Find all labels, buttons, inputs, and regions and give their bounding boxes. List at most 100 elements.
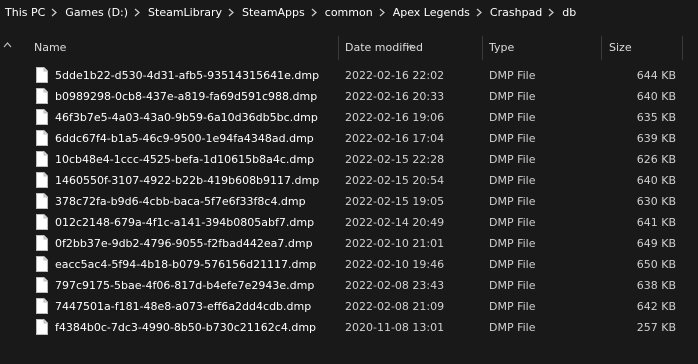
file-type: DMP File bbox=[489, 216, 536, 229]
column-header-name[interactable]: Name bbox=[34, 33, 334, 61]
file-date-modified: 2022-02-15 22:28 bbox=[345, 153, 445, 166]
file-type: DMP File bbox=[489, 321, 536, 334]
file-date-modified: 2022-02-16 19:06 bbox=[345, 111, 445, 124]
chevron-right-icon[interactable] bbox=[47, 8, 60, 17]
chevron-right-icon[interactable] bbox=[224, 8, 237, 17]
file-date-modified: 2022-02-08 21:09 bbox=[345, 300, 445, 313]
chevron-right-icon[interactable] bbox=[544, 8, 557, 17]
file-name: f4384b0c-7dc3-4990-8b50-b730c21162c4.dmp bbox=[55, 321, 317, 334]
file-name: eacc5ac4-5f94-4b18-b079-576156d21117.dmp bbox=[55, 258, 317, 271]
column-divider[interactable] bbox=[682, 36, 683, 60]
file-date-modified: 2022-02-15 20:54 bbox=[345, 174, 445, 187]
chevron-right-icon[interactable] bbox=[375, 8, 388, 17]
chevron-right-icon[interactable] bbox=[307, 8, 320, 17]
file-type: DMP File bbox=[489, 111, 536, 124]
column-header-date-modified[interactable]: Date modified bbox=[345, 33, 475, 61]
file-size: 650 KB bbox=[636, 258, 676, 271]
column-header-type-label: Type bbox=[489, 40, 515, 54]
file-size: 649 KB bbox=[636, 237, 676, 250]
file-row[interactable]: 6ddc67f4-b1a5-46c9-9500-1e94fa4348ad.dmp… bbox=[0, 128, 698, 149]
file-row[interactable]: eacc5ac4-5f94-4b18-b079-576156d21117.dmp… bbox=[0, 254, 698, 275]
file-row[interactable]: 1460550f-3107-4922-b22b-419b608b9117.dmp… bbox=[0, 170, 698, 191]
file-size: 257 KB bbox=[636, 321, 676, 334]
file-name: 5dde1b22-d530-4d31-afb5-93514315641e.dmp bbox=[55, 69, 320, 82]
file-row[interactable]: 0f2bb37e-9db2-4796-9055-f2fbad442ea7.dmp… bbox=[0, 233, 698, 254]
file-size: 626 KB bbox=[636, 153, 676, 166]
file-type: DMP File bbox=[489, 153, 536, 166]
breadcrumb-item-apex-legends[interactable]: Apex Legends bbox=[388, 6, 472, 19]
file-row[interactable]: 10cb48e4-1ccc-4525-befa-1d10615b8a4c.dmp… bbox=[0, 149, 698, 170]
file-type: DMP File bbox=[489, 132, 536, 145]
file-name: 10cb48e4-1ccc-4525-befa-1d10615b8a4c.dmp bbox=[55, 153, 315, 166]
file-icon bbox=[36, 130, 48, 146]
file-size: 638 KB bbox=[636, 279, 676, 292]
file-name: 797c9175-5bae-4f06-817d-b4efe7e2943e.dmp bbox=[55, 279, 315, 292]
file-icon bbox=[36, 151, 48, 167]
file-icon bbox=[36, 109, 48, 125]
file-type: DMP File bbox=[489, 237, 536, 250]
file-size: 641 KB bbox=[636, 216, 676, 229]
column-header-date-label: Date modified bbox=[345, 40, 423, 54]
breadcrumb-item-db[interactable]: db bbox=[557, 6, 578, 19]
breadcrumb-item-games-drive[interactable]: Games (D:) bbox=[60, 6, 130, 19]
file-explorer-window: This PC Games (D:) SteamLibrary SteamApp… bbox=[0, 0, 698, 364]
file-row[interactable]: 012c2148-679a-4f1c-a141-394b0805abf7.dmp… bbox=[0, 212, 698, 233]
file-name: 1460550f-3107-4922-b22b-419b608b9117.dmp bbox=[55, 174, 320, 187]
file-icon bbox=[36, 277, 48, 293]
file-icon bbox=[36, 67, 48, 83]
file-type: DMP File bbox=[489, 300, 536, 313]
file-icon bbox=[36, 319, 48, 335]
chevron-up-icon[interactable] bbox=[3, 38, 12, 51]
file-row[interactable]: 797c9175-5bae-4f06-817d-b4efe7e2943e.dmp… bbox=[0, 275, 698, 296]
file-icon bbox=[36, 298, 48, 314]
file-date-modified: 2022-02-14 20:49 bbox=[345, 216, 445, 229]
file-date-modified: 2022-02-15 19:05 bbox=[345, 195, 445, 208]
chevron-right-icon[interactable] bbox=[130, 8, 143, 17]
breadcrumb-item-steamapps[interactable]: SteamApps bbox=[237, 6, 307, 19]
file-name: 0f2bb37e-9db2-4796-9055-f2fbad442ea7.dmp bbox=[55, 237, 313, 250]
file-date-modified: 2022-02-16 20:33 bbox=[345, 90, 445, 103]
column-divider[interactable] bbox=[482, 36, 483, 60]
file-icon bbox=[36, 88, 48, 104]
file-row[interactable]: f4384b0c-7dc3-4990-8b50-b730c21162c4.dmp… bbox=[0, 317, 698, 338]
file-date-modified: 2022-02-10 19:46 bbox=[345, 258, 445, 271]
file-icon bbox=[36, 256, 48, 272]
file-list: 5dde1b22-d530-4d31-afb5-93514315641e.dmp… bbox=[0, 65, 698, 338]
file-date-modified: 2020-11-08 13:01 bbox=[345, 321, 445, 334]
file-type: DMP File bbox=[489, 174, 536, 187]
file-row[interactable]: 46f3b7e5-4a03-43a0-9b59-6a10d36db5bc.dmp… bbox=[0, 107, 698, 128]
file-type: DMP File bbox=[489, 279, 536, 292]
file-row[interactable]: 7447501a-f181-48e8-a073-eff6a2dd4cdb.dmp… bbox=[0, 296, 698, 317]
column-divider[interactable] bbox=[338, 36, 339, 60]
file-type: DMP File bbox=[489, 195, 536, 208]
file-icon bbox=[36, 235, 48, 251]
file-size: 630 KB bbox=[636, 195, 676, 208]
breadcrumb-item-crashpad[interactable]: Crashpad bbox=[485, 6, 544, 19]
file-row[interactable]: 378c72fa-b9d6-4cbb-baca-5f7e6f33f8c4.dmp… bbox=[0, 191, 698, 212]
column-header-type[interactable]: Type bbox=[489, 33, 594, 61]
file-size: 635 KB bbox=[636, 111, 676, 124]
breadcrumb-item-steamlibrary[interactable]: SteamLibrary bbox=[143, 6, 224, 19]
file-date-modified: 2022-02-08 23:43 bbox=[345, 279, 445, 292]
column-header-size-label: Size bbox=[609, 40, 632, 54]
column-header-size[interactable]: Size bbox=[609, 33, 679, 61]
file-name: 378c72fa-b9d6-4cbb-baca-5f7e6f33f8c4.dmp bbox=[55, 195, 306, 208]
file-name: b0989298-0cb8-437e-a819-fa69d591c988.dmp bbox=[55, 90, 318, 103]
file-name: 7447501a-f181-48e8-a073-eff6a2dd4cdb.dmp bbox=[55, 300, 312, 313]
file-row[interactable]: 5dde1b22-d530-4d31-afb5-93514315641e.dmp… bbox=[0, 65, 698, 86]
file-icon bbox=[36, 214, 48, 230]
file-size: 640 KB bbox=[636, 174, 676, 187]
file-row[interactable]: b0989298-0cb8-437e-a819-fa69d591c988.dmp… bbox=[0, 86, 698, 107]
breadcrumb: This PC Games (D:) SteamLibrary SteamApp… bbox=[0, 0, 698, 24]
file-name: 46f3b7e5-4a03-43a0-9b59-6a10d36db5bc.dmp bbox=[55, 111, 318, 124]
file-type: DMP File bbox=[489, 258, 536, 271]
breadcrumb-item-this-pc[interactable]: This PC bbox=[0, 6, 47, 19]
column-divider[interactable] bbox=[601, 36, 602, 60]
column-header-name-label: Name bbox=[34, 40, 67, 54]
chevron-right-icon[interactable] bbox=[472, 8, 485, 17]
file-icon bbox=[36, 172, 48, 188]
file-size: 644 KB bbox=[636, 69, 676, 82]
file-date-modified: 2022-02-10 21:01 bbox=[345, 237, 445, 250]
breadcrumb-item-common[interactable]: common bbox=[320, 6, 375, 19]
file-size: 639 KB bbox=[636, 132, 676, 145]
